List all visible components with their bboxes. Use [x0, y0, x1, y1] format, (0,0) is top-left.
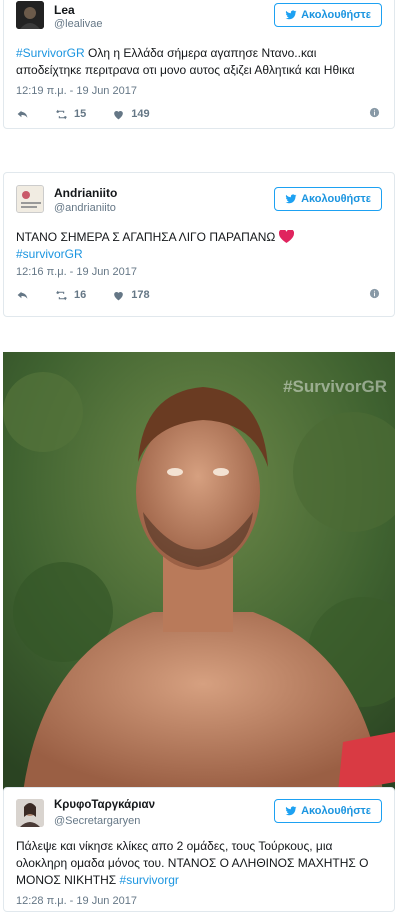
follow-label: Ακολουθήστε: [301, 9, 371, 21]
tweet-text: ΝΤΑΝΟ ΣΗΜΕΡΑ Σ ΑΓΑΠΗΣΑ ΛΙΓΟ ΠΑΡΑΠΑΝΩ #su…: [16, 229, 382, 263]
info-icon: [369, 107, 380, 118]
hashtag-link[interactable]: #SurvivorGR: [16, 46, 85, 60]
hashtag-link[interactable]: #survivorGR: [16, 247, 83, 261]
tweet-body: ΝΤΑΝΟ ΣΗΜΕΡΑ Σ ΑΓΑΠΗΣΑ ΛΙΓΟ ΠΑΡΑΠΑΝΩ: [16, 230, 276, 244]
tweet-timestamp[interactable]: 12:19 π.μ. - 19 Jun 2017: [16, 85, 137, 97]
author-handle[interactable]: @Secretargaryen: [54, 815, 140, 827]
photo-illustration: [3, 352, 395, 792]
hashtag-link[interactable]: #survivorgr: [120, 873, 179, 887]
author-name[interactable]: ΚρυφοΤαργκάριαν: [54, 799, 155, 811]
tweet-card-3: ΚρυφοΤαργκάριαν @Secretargaryen Ακολουθή…: [3, 787, 395, 912]
reply-icon: [17, 291, 28, 299]
reply-button[interactable]: [16, 108, 29, 121]
follow-label: Ακολουθήστε: [301, 193, 371, 205]
like-button[interactable]: 149: [112, 108, 150, 121]
tweet-timestamp[interactable]: 12:16 π.μ. - 19 Jun 2017: [16, 266, 137, 278]
tweet-photo[interactable]: #SurvivorGR: [3, 352, 395, 792]
avatar[interactable]: [16, 185, 44, 213]
author-handle[interactable]: @lealivae: [54, 18, 102, 30]
retweet-button[interactable]: 15: [55, 108, 86, 121]
more-info-button[interactable]: [369, 288, 380, 302]
heart-icon: [114, 110, 124, 119]
like-count: 178: [131, 289, 150, 301]
red-heart-emoji-icon: [278, 229, 294, 243]
tweet-actions: 16 178: [16, 287, 380, 303]
tweet-timestamp[interactable]: 12:28 π.μ. - 19 Jun 2017: [16, 895, 137, 907]
author-handle[interactable]: @andrianiito: [54, 202, 116, 214]
retweet-icon: [56, 290, 67, 300]
avatar[interactable]: [16, 799, 44, 827]
tweet-card-2: Andrianiito @andrianiito Ακολουθήστε ΝΤΑ…: [3, 172, 395, 317]
reply-icon: [17, 110, 28, 118]
retweet-button[interactable]: 16: [55, 289, 86, 302]
follow-label: Ακολουθήστε: [301, 805, 371, 817]
follow-button[interactable]: Ακολουθήστε: [274, 187, 382, 211]
retweet-count: 16: [74, 289, 87, 301]
like-count: 149: [131, 108, 150, 120]
follow-button[interactable]: Ακολουθήστε: [274, 3, 382, 27]
tweet-text: Πάλεψε και νίκησε κλίκες απο 2 ομάδες, τ…: [16, 838, 382, 889]
like-button[interactable]: 178: [112, 289, 150, 302]
retweet-count: 15: [74, 108, 87, 120]
photo-watermark: #SurvivorGR: [283, 377, 387, 396]
info-icon: [369, 288, 380, 299]
twitter-bird-icon: [285, 806, 297, 816]
retweet-icon: [56, 109, 67, 119]
tweet-body: Πάλεψε και νίκησε κλίκες απο 2 ομάδες, τ…: [16, 839, 369, 887]
author-name[interactable]: Andrianiito: [54, 186, 117, 200]
tweet-text: #SurvivorGR Ολη η Ελλάδα σήμερα αγαπησε …: [16, 45, 382, 79]
tweet-actions: 15 149: [16, 106, 380, 122]
tweet-card-1: Lea @lealivae Ακολουθήστε #SurvivorGR Ολ…: [3, 0, 395, 129]
more-info-button[interactable]: [369, 107, 380, 121]
twitter-bird-icon: [285, 10, 297, 20]
avatar[interactable]: [16, 1, 44, 29]
twitter-bird-icon: [285, 194, 297, 204]
author-name[interactable]: Lea: [54, 3, 75, 17]
follow-button[interactable]: Ακολουθήστε: [274, 799, 382, 823]
reply-button[interactable]: [16, 289, 29, 302]
heart-icon: [114, 291, 124, 300]
